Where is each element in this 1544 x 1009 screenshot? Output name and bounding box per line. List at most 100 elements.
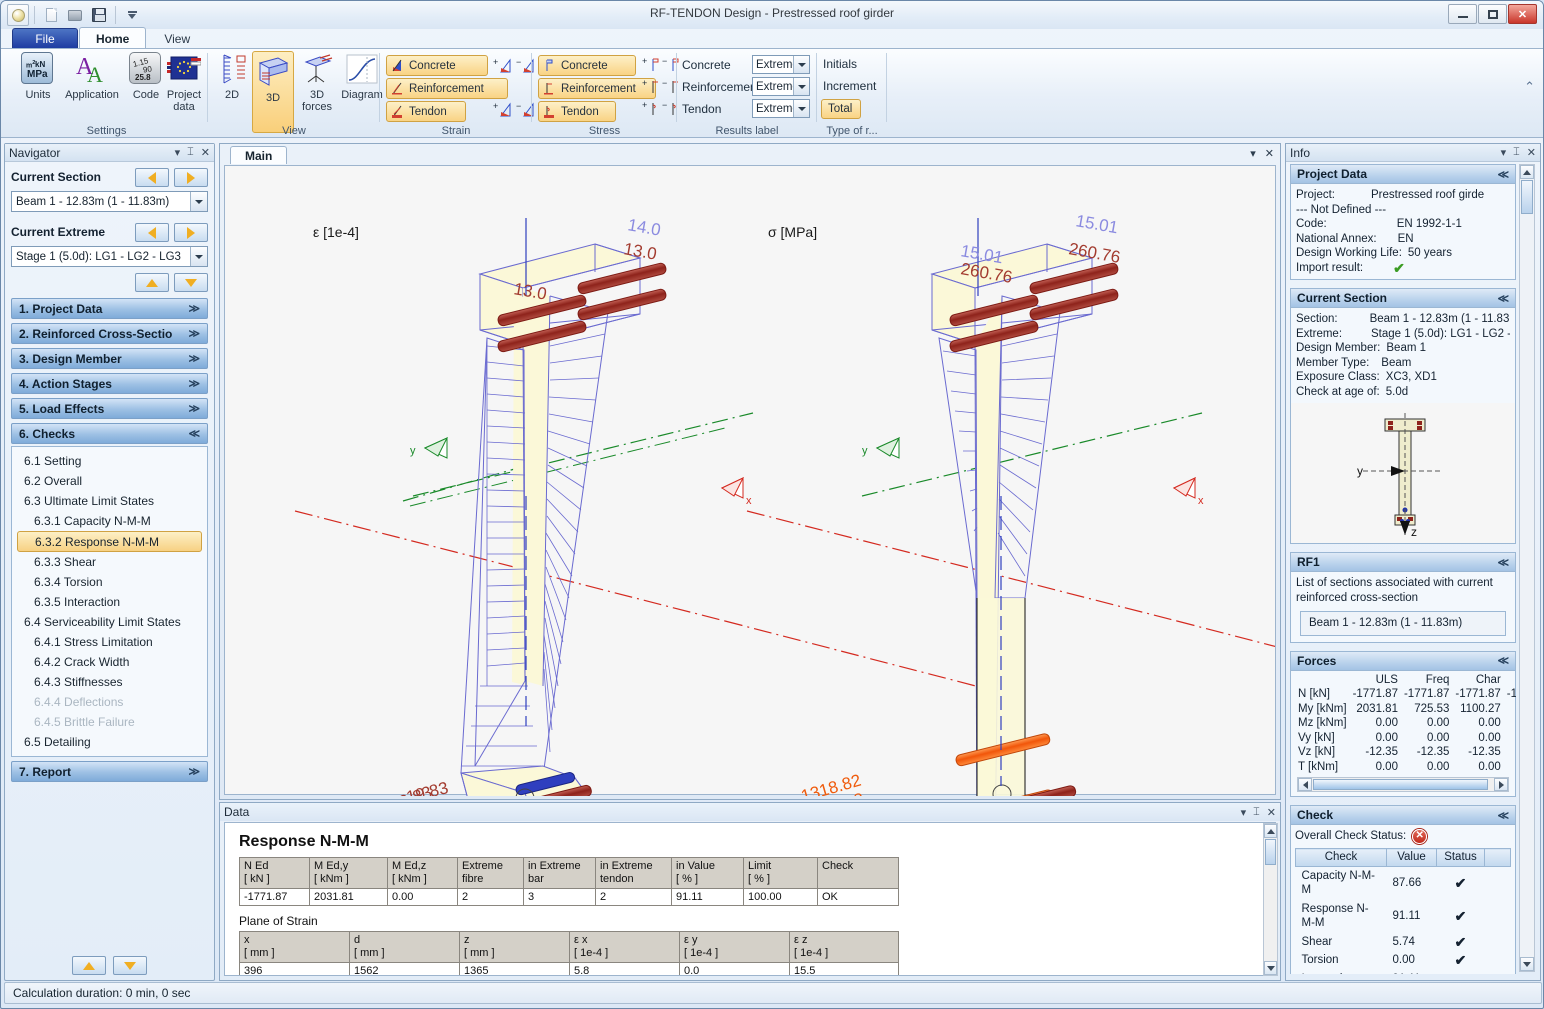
increment-button[interactable]: Increment bbox=[823, 79, 876, 93]
sidebar-item-report[interactable]: 7. Report ≫ bbox=[11, 761, 208, 782]
extreme-down-button[interactable] bbox=[174, 273, 208, 292]
sidebar-item-overall[interactable]: 6.2 Overall bbox=[12, 471, 207, 491]
current-extreme-select[interactable]: Stage 1 (5.0d): LG1 - LG2 - LG3 bbox=[11, 246, 208, 267]
units-button[interactable]: m2 kN MPa Units bbox=[11, 52, 65, 101]
tab-view[interactable]: View bbox=[147, 28, 207, 49]
next-section-button[interactable] bbox=[174, 168, 208, 187]
chevron-down-icon[interactable] bbox=[190, 247, 207, 266]
scroll-up-button[interactable] bbox=[1264, 824, 1277, 838]
info-panel-scrollbar[interactable] bbox=[1519, 164, 1535, 972]
chevron-down-icon[interactable] bbox=[793, 78, 809, 95]
view-3d-forces-button[interactable]: 3D forces bbox=[296, 52, 338, 113]
sidebar-item-detailing[interactable]: 6.5 Detailing bbox=[12, 732, 207, 752]
strain-plus-1-button[interactable]: + bbox=[493, 57, 515, 78]
panel-menu-icon[interactable]: ▾ bbox=[175, 146, 181, 159]
rf1-section-item[interactable]: Beam 1 - 12.83m (1 - 11.83m) bbox=[1300, 611, 1506, 636]
stress-plus-2-button[interactable]: + bbox=[642, 78, 662, 98]
panel-menu-icon[interactable]: ▾ bbox=[1241, 806, 1247, 819]
scroll-down-button[interactable] bbox=[1264, 961, 1277, 975]
sidebar-item-setting[interactable]: 6.1 Setting bbox=[12, 451, 207, 471]
nav-scroll-up-button[interactable] bbox=[72, 956, 106, 975]
sidebar-item-crack-width[interactable]: 6.4.2 Crack Width bbox=[12, 652, 207, 672]
sidebar-item-checks[interactable]: 6. Checks ≪ bbox=[11, 423, 208, 444]
panel-menu-icon[interactable]: ▾ bbox=[1250, 147, 1256, 160]
forces-header[interactable]: Forces ≪ bbox=[1291, 651, 1515, 671]
sidebar-item-stiffnesses[interactable]: 6.4.3 Stiffnesses bbox=[12, 672, 207, 692]
chevron-down-icon[interactable] bbox=[793, 100, 809, 117]
sidebar-item-shear[interactable]: 6.3.3 Shear bbox=[12, 552, 207, 572]
extreme-up-button[interactable] bbox=[135, 273, 169, 292]
prev-section-button[interactable] bbox=[135, 168, 169, 187]
current-section-select[interactable]: Beam 1 - 12.83m (1 - 11.83m) bbox=[11, 191, 208, 212]
chevron-up-icon[interactable]: ≪ bbox=[1497, 292, 1509, 305]
chevron-up-icon[interactable]: ≪ bbox=[1497, 556, 1509, 569]
close-icon[interactable]: ✕ bbox=[201, 146, 210, 159]
next-extreme-button[interactable] bbox=[174, 223, 208, 242]
chevron-down-icon[interactable] bbox=[793, 56, 809, 73]
strain-concrete-toggle[interactable]: Concrete bbox=[386, 55, 488, 76]
stress-concrete-toggle[interactable]: Concrete bbox=[538, 55, 636, 76]
close-icon[interactable]: ✕ bbox=[1265, 147, 1274, 160]
chevron-up-icon[interactable]: ≪ bbox=[1497, 654, 1509, 667]
nav-scroll-down-button[interactable] bbox=[113, 956, 147, 975]
strain-tendon-toggle[interactable]: Tendon bbox=[386, 101, 466, 122]
forces-horizontal-scrollbar[interactable] bbox=[1297, 777, 1509, 792]
cross-section-thumbnail[interactable]: y z bbox=[1291, 403, 1515, 543]
close-button[interactable]: ✕ bbox=[1508, 4, 1537, 24]
stress-plus-1-button[interactable]: + bbox=[642, 56, 662, 76]
sidebar-item-stress-limitation[interactable]: 6.4.1 Stress Limitation bbox=[12, 632, 207, 652]
model-3d-viewport[interactable]: ε [1e-4] σ [MPa] y x 14.0 13.0 13.0 19.8… bbox=[224, 165, 1276, 796]
scroll-down-button[interactable] bbox=[1520, 957, 1534, 971]
stress-plus-3-button[interactable]: + bbox=[642, 100, 662, 120]
scroll-up-button[interactable] bbox=[1520, 165, 1534, 179]
strain-plus-2-button[interactable]: + bbox=[493, 101, 515, 122]
stress-tendon-toggle[interactable]: Tendon bbox=[538, 101, 616, 122]
results-concrete-select[interactable]: Extreme bbox=[752, 55, 810, 74]
scrollbar-thumb[interactable] bbox=[1521, 180, 1533, 214]
sidebar-item-design-member[interactable]: 3. Design Member ≫ bbox=[11, 348, 208, 369]
initials-button[interactable]: Initials bbox=[823, 57, 857, 71]
view-2d-button[interactable]: 2D bbox=[212, 52, 252, 101]
total-button[interactable]: Total bbox=[821, 99, 861, 119]
sidebar-item-serviceability-limit-states[interactable]: 6.4 Serviceability Limit States bbox=[12, 612, 207, 632]
minimize-button[interactable] bbox=[1448, 4, 1477, 24]
close-icon[interactable]: ✕ bbox=[1527, 146, 1536, 159]
scroll-right-button[interactable] bbox=[1494, 778, 1508, 791]
chevron-up-icon[interactable]: ≪ bbox=[1497, 809, 1509, 822]
chevron-up-icon[interactable]: ≪ bbox=[1497, 168, 1509, 181]
sidebar-item-load-effects[interactable]: 5. Load Effects ≫ bbox=[11, 398, 208, 419]
sidebar-item-reinforced-cross-section[interactable]: 2. Reinforced Cross-Sectio ≫ bbox=[11, 323, 208, 344]
rf1-header[interactable]: RF1 ≪ bbox=[1291, 553, 1515, 572]
view-3d-button[interactable]: 3D bbox=[252, 51, 294, 133]
strain-reinforcement-toggle[interactable]: Reinforcement bbox=[386, 78, 508, 99]
ribbon-collapse-icon[interactable]: ⌃ bbox=[1524, 79, 1535, 95]
current-section-header[interactable]: Current Section ≪ bbox=[1291, 289, 1515, 308]
close-icon[interactable]: ✕ bbox=[1267, 806, 1276, 819]
pin-icon[interactable]: ⌶ bbox=[187, 146, 194, 159]
tab-file[interactable]: File bbox=[12, 28, 78, 49]
maximize-button[interactable] bbox=[1478, 4, 1507, 24]
stress-reinforcement-toggle[interactable]: Reinforcement bbox=[538, 78, 656, 99]
pin-icon[interactable]: ⌶ bbox=[1513, 146, 1520, 159]
sidebar-item-project-data[interactable]: 1. Project Data ≫ bbox=[11, 298, 208, 319]
results-reinforcement-select[interactable]: Extreme bbox=[752, 77, 810, 96]
sidebar-item-action-stages[interactable]: 4. Action Stages ≫ bbox=[11, 373, 208, 394]
sidebar-item-capacity-nmm[interactable]: 6.3.1 Capacity N-M-M bbox=[12, 511, 207, 531]
project-data-header[interactable]: Project Data ≪ bbox=[1291, 165, 1515, 184]
tab-main[interactable]: Main bbox=[230, 146, 288, 164]
chevron-down-icon[interactable] bbox=[190, 192, 207, 211]
scrollbar-thumb[interactable] bbox=[1265, 839, 1276, 865]
sidebar-item-torsion[interactable]: 6.3.4 Torsion bbox=[12, 572, 207, 592]
project-data-button[interactable]: Project data bbox=[160, 52, 208, 113]
sidebar-item-ultimate-limit-states[interactable]: 6.3 Ultimate Limit States bbox=[12, 491, 207, 511]
scroll-left-button[interactable] bbox=[1298, 778, 1312, 791]
data-panel-scrollbar[interactable] bbox=[1263, 823, 1278, 976]
prev-extreme-button[interactable] bbox=[135, 223, 169, 242]
results-tendon-select[interactable]: Extreme bbox=[752, 99, 810, 118]
sidebar-item-interaction[interactable]: 6.3.5 Interaction bbox=[12, 592, 207, 612]
application-button[interactable]: A A Application bbox=[61, 52, 123, 101]
check-header[interactable]: Check ≪ bbox=[1291, 806, 1515, 825]
scrollbar-thumb[interactable] bbox=[1313, 779, 1488, 790]
panel-menu-icon[interactable]: ▾ bbox=[1501, 146, 1507, 159]
sidebar-item-response-nmm[interactable]: 6.3.2 Response N-M-M bbox=[17, 531, 202, 552]
